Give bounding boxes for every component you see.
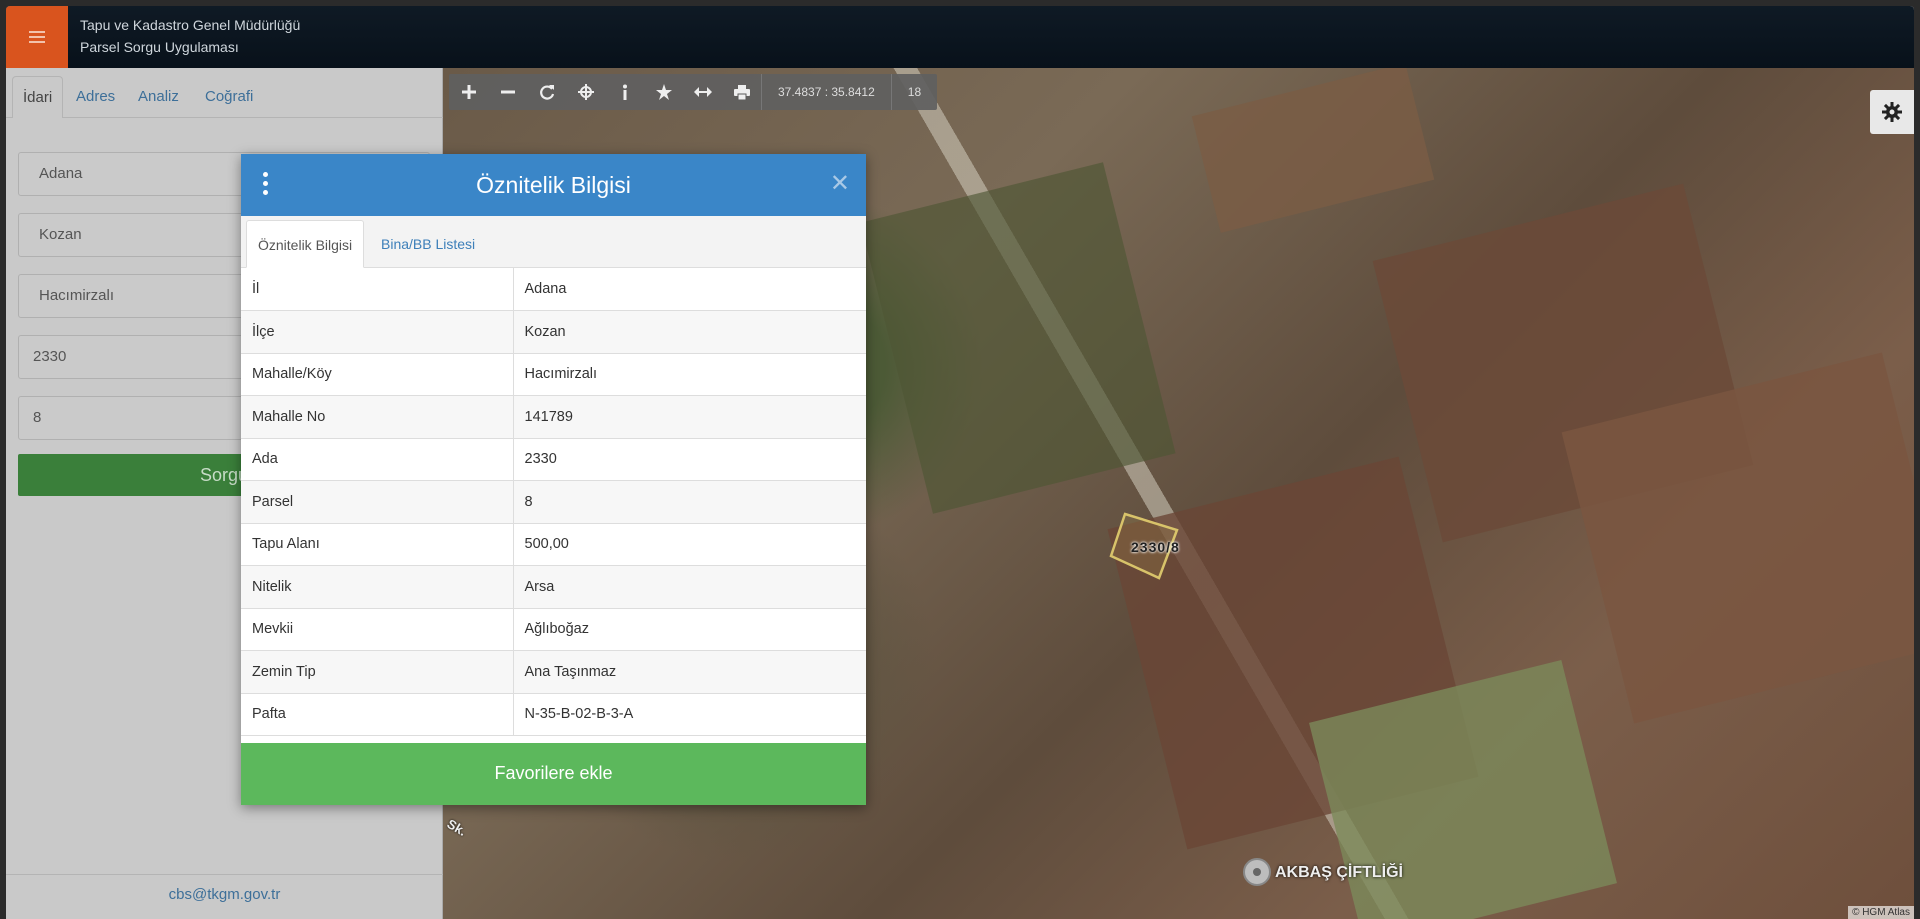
table-row: İl Adana	[241, 268, 866, 311]
table-row: Pafta N-35-B-02-B-3-A	[241, 693, 866, 736]
zoom-in-button[interactable]	[449, 74, 488, 110]
add-to-favorites-button[interactable]: Favorilere ekle	[241, 743, 866, 805]
attribute-key: Pafta	[241, 693, 514, 736]
attribute-value: 500,00	[513, 523, 866, 566]
refresh-icon	[539, 85, 554, 100]
table-row: Nitelik Arsa	[241, 565, 866, 609]
road-label: Sk.	[444, 816, 469, 839]
tab-cografi[interactable]: Coğrafi	[195, 76, 263, 118]
table-row: Zemin Tip Ana Taşınmaz	[241, 650, 866, 694]
app-header: Tapu ve Kadastro Genel Müdürlüğü Parsel …	[6, 6, 1914, 68]
attribute-key: Zemin Tip	[241, 650, 514, 694]
attribute-key: İl	[241, 268, 514, 311]
crosshair-icon	[577, 84, 594, 100]
close-icon[interactable]: ✕	[830, 172, 850, 196]
tab-bina-bb-listesi[interactable]: Bina/BB Listesi	[370, 220, 486, 268]
contact-email-link[interactable]: cbs@tkgm.gov.tr	[6, 874, 443, 919]
field-patch	[1191, 68, 1435, 233]
app-subtitle: Parsel Sorgu Uygulaması	[80, 39, 239, 55]
locate-button[interactable]	[566, 74, 605, 110]
settings-button[interactable]	[1870, 90, 1914, 134]
header-titles: Tapu ve Kadastro Genel Müdürlüğü Parsel …	[80, 14, 300, 58]
attribute-key: Mahalle No	[241, 395, 514, 439]
attribute-value: 2330	[513, 438, 866, 481]
hamburger-icon	[29, 28, 45, 46]
zoom-level: 18	[890, 74, 937, 110]
attribute-key: Nitelik	[241, 565, 514, 609]
parcel-label: 2330/8	[1131, 539, 1180, 555]
attribute-info-dialog: Öznitelik Bilgisi ✕ Öznitelik Bilgisi Bi…	[241, 154, 866, 805]
favorite-button[interactable]	[644, 74, 683, 110]
coordinate-readout: 37.4837 : 35.8412	[761, 74, 891, 110]
map-attribution: © HGM Atlas	[1848, 906, 1914, 919]
table-row: Ada 2330	[241, 438, 866, 481]
kebab-menu-icon[interactable]	[261, 172, 271, 198]
app-title: Tapu ve Kadastro Genel Müdürlüğü	[80, 17, 301, 33]
table-row: Mahalle/Köy Hacımirzalı	[241, 353, 866, 396]
attribute-value: Hacımirzalı	[513, 353, 866, 396]
refresh-button[interactable]	[527, 74, 566, 110]
attribute-key: Mevkii	[241, 608, 514, 651]
table-row: Mevkii Ağlıboğaz	[241, 608, 866, 651]
dialog-title: Öznitelik Bilgisi	[476, 172, 631, 198]
tab-idari[interactable]: İdari	[12, 76, 64, 118]
attribute-key: Ada	[241, 438, 514, 481]
table-row: Mahalle No 141789	[241, 395, 866, 439]
dialog-tabs: Öznitelik Bilgisi Bina/BB Listesi	[241, 216, 866, 268]
star-icon	[655, 84, 672, 100]
attribute-table: İl Adana İlçe Kozan Mahalle/Köy Hacımirzalı Ma…	[241, 268, 866, 736]
sidebar-tabs: İdari Adres Analiz Coğrafi	[6, 68, 443, 118]
info-icon	[622, 84, 627, 100]
orchard-patch	[860, 162, 1176, 514]
dialog-header: Öznitelik Bilgisi ✕	[241, 154, 866, 216]
attribute-value: Adana	[513, 268, 866, 311]
app-window: Tapu ve Kadastro Genel Müdürlüğü Parsel …	[6, 6, 1914, 919]
attribute-value: Arsa	[513, 565, 866, 609]
plus-icon	[461, 85, 476, 99]
attribute-key: Tapu Alanı	[241, 523, 514, 566]
measure-icon	[693, 87, 712, 97]
attribute-value: Ana Taşınmaz	[513, 650, 866, 694]
attribute-value: Kozan	[513, 310, 866, 354]
table-row: İlçe Kozan	[241, 310, 866, 354]
attribute-value: 8	[513, 480, 866, 524]
tab-adres[interactable]: Adres	[66, 76, 125, 118]
minus-icon	[500, 90, 515, 94]
place-label: AKBAŞ ÇİFTLİĞİ	[1275, 864, 1403, 881]
attribute-key: İlçe	[241, 310, 514, 354]
gear-icon	[1882, 102, 1902, 122]
attribute-value: N-35-B-02-B-3-A	[513, 693, 866, 736]
table-row: Parsel 8	[241, 480, 866, 524]
zoom-out-button[interactable]	[488, 74, 527, 110]
attribute-value: 141789	[513, 395, 866, 439]
print-button[interactable]	[722, 74, 761, 110]
measure-button[interactable]	[683, 74, 722, 110]
print-icon	[733, 84, 750, 100]
tab-oznitelik-bilgisi[interactable]: Öznitelik Bilgisi	[246, 220, 365, 268]
info-button[interactable]	[605, 74, 644, 110]
hamburger-menu-button[interactable]	[6, 6, 68, 68]
map-toolbar: 37.4837 : 35.8412 18	[449, 74, 938, 110]
location-pin-icon[interactable]	[1243, 858, 1271, 886]
attribute-key: Parsel	[241, 480, 514, 524]
attribute-key: Mahalle/Köy	[241, 353, 514, 396]
tab-analiz[interactable]: Analiz	[128, 76, 189, 118]
table-row: Tapu Alanı 500,00	[241, 523, 866, 566]
attribute-value: Ağlıboğaz	[513, 608, 866, 651]
